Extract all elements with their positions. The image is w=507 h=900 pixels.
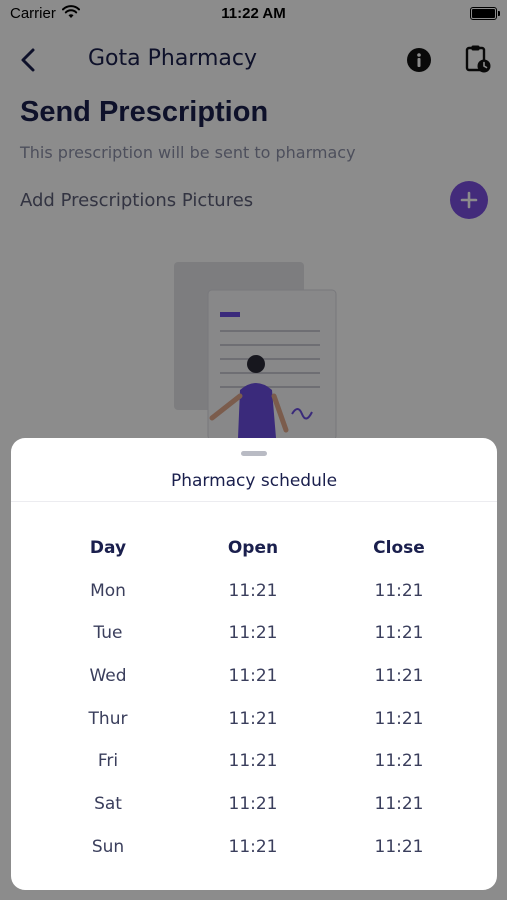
- table-row: Thur 11:21 11:21: [11, 709, 497, 752]
- day-cell: Mon: [90, 580, 126, 601]
- close-time-cell: 11:21: [374, 836, 424, 857]
- open-time-cell: 11:21: [228, 836, 278, 857]
- close-time-cell: 11:21: [374, 794, 424, 815]
- close-time-cell: 11:21: [374, 580, 424, 601]
- day-cell: Thur: [88, 708, 128, 729]
- column-header-close: Close: [373, 538, 425, 558]
- table-row: Fri 11:21 11:21: [11, 751, 497, 794]
- close-time-cell: 11:21: [374, 666, 424, 687]
- pharmacy-schedule-sheet: Pharmacy schedule Day Open Close Mon 11:…: [11, 438, 497, 890]
- day-cell: Sun: [91, 836, 125, 857]
- open-time-cell: 11:21: [228, 623, 278, 644]
- close-time-cell: 11:21: [374, 751, 424, 772]
- table-row: Mon 11:21 11:21: [11, 581, 497, 624]
- column-header-open: Open: [227, 538, 279, 558]
- close-time-cell: 11:21: [374, 623, 424, 644]
- day-cell: Fri: [97, 751, 119, 772]
- day-cell: Wed: [89, 666, 127, 687]
- divider: [11, 501, 497, 502]
- open-time-cell: 11:21: [228, 580, 278, 601]
- sheet-title: Pharmacy schedule: [170, 471, 338, 491]
- sheet-drag-handle[interactable]: [241, 451, 267, 456]
- column-header-day: Day: [89, 538, 127, 558]
- table-row: Sun 11:21 11:21: [11, 837, 497, 880]
- open-time-cell: 11:21: [228, 794, 278, 815]
- table-header-row: Day Open Close: [11, 538, 497, 581]
- table-row: Sat 11:21 11:21: [11, 794, 497, 837]
- day-cell: Sat: [94, 794, 122, 815]
- open-time-cell: 11:21: [228, 708, 278, 729]
- schedule-table: Day Open Close Mon 11:21 11:21 Tue 11:21…: [11, 538, 497, 880]
- table-row: Wed 11:21 11:21: [11, 666, 497, 709]
- open-time-cell: 11:21: [228, 666, 278, 687]
- close-time-cell: 11:21: [374, 708, 424, 729]
- table-row: Tue 11:21 11:21: [11, 623, 497, 666]
- open-time-cell: 11:21: [228, 751, 278, 772]
- day-cell: Tue: [93, 623, 123, 644]
